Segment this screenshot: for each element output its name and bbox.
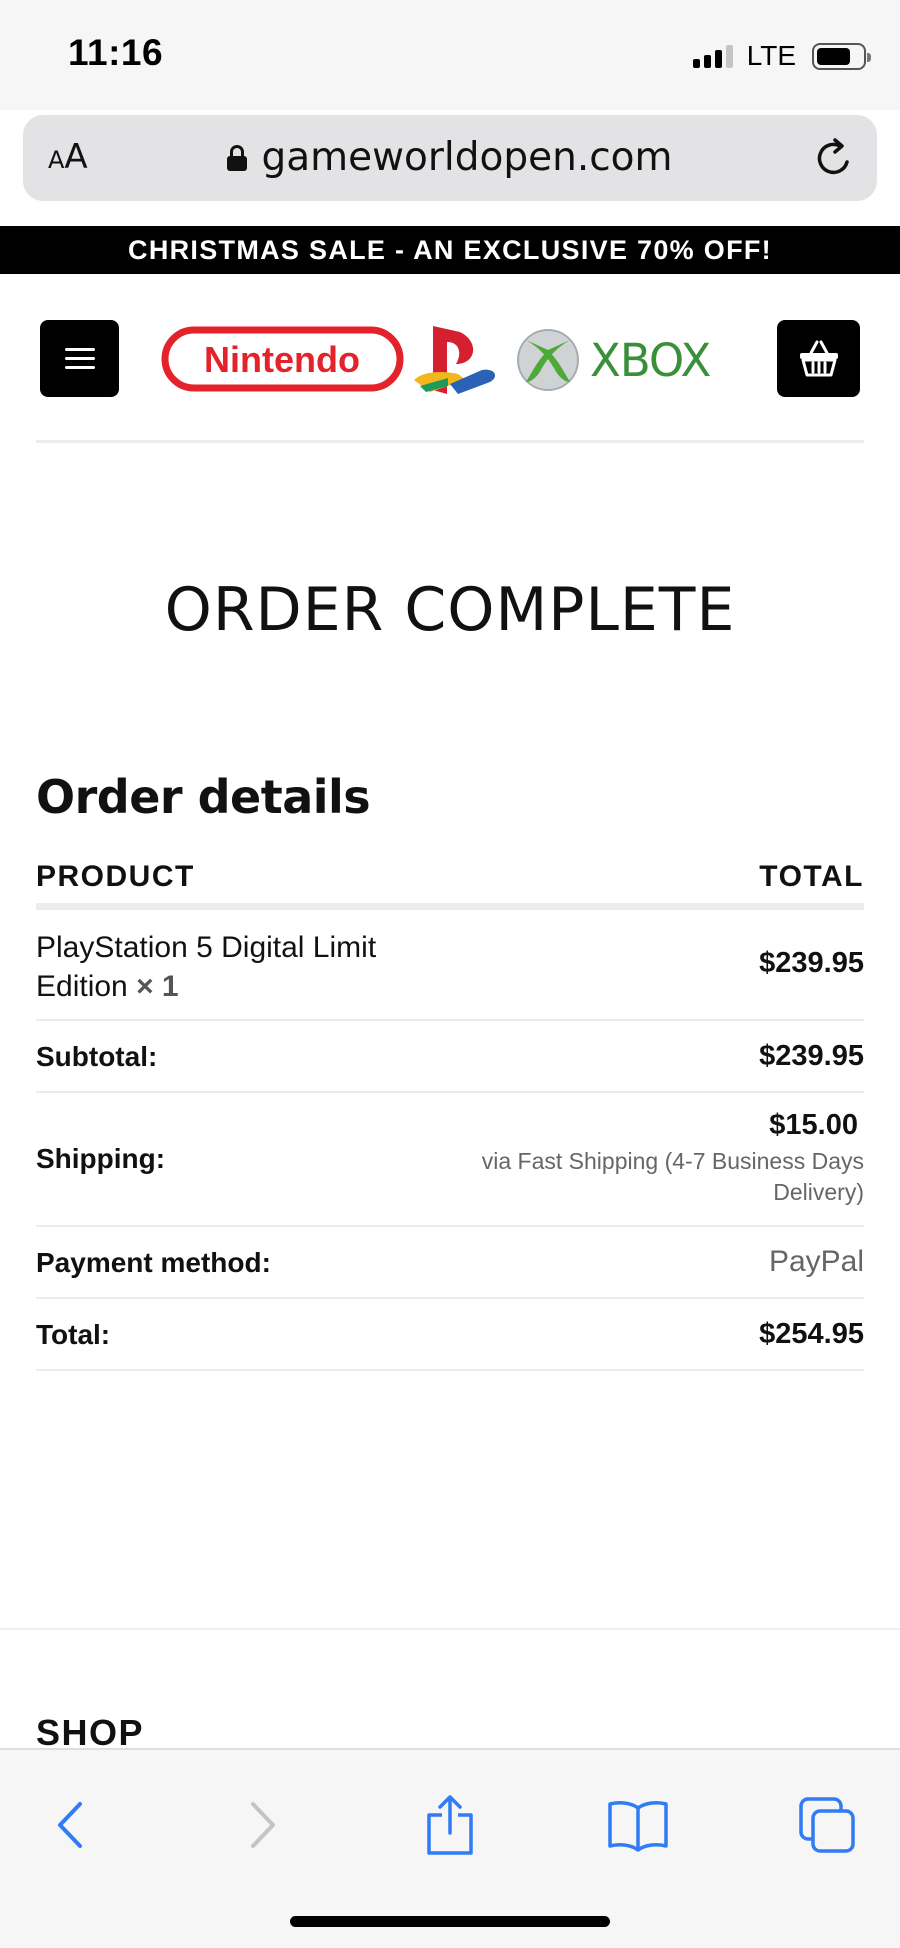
forward-icon — [251, 1802, 275, 1848]
share-button[interactable] — [415, 1790, 485, 1860]
tabs-button[interactable] — [792, 1790, 862, 1860]
brand-logos[interactable]: Nintendo XBOX — [160, 320, 730, 400]
table-row-payment: Payment method: PayPal — [36, 1227, 864, 1299]
share-icon — [427, 1795, 473, 1855]
column-header-total: TOTAL — [759, 860, 864, 893]
shipping-details: $15.00 via Fast Shipping (4-7 Business D… — [482, 1109, 864, 1208]
xbox-logo[interactable]: XBOX — [517, 329, 711, 391]
shipping-method: via Fast Shipping (4-7 Business Days Del… — [481, 1148, 864, 1205]
menu-button[interactable] — [40, 320, 119, 397]
reload-icon[interactable] — [811, 135, 857, 181]
status-time: 11:16 — [68, 32, 164, 73]
bookmarks-button[interactable] — [603, 1790, 673, 1860]
xbox-wordmark: XBOX — [590, 334, 710, 387]
home-indicator[interactable] — [290, 1916, 610, 1927]
order-details-heading: Order details — [36, 770, 371, 824]
header-divider — [36, 440, 864, 443]
url-text: gameworldopen.com — [261, 135, 673, 180]
table-row-total: Total: $254.95 — [36, 1299, 864, 1371]
shipping-label: Shipping: — [36, 1143, 166, 1174]
product-quantity: × 1 — [136, 970, 179, 1003]
total-value: $254.95 — [759, 1318, 864, 1350]
url-display[interactable]: gameworldopen.com — [23, 135, 877, 180]
back-button[interactable] — [35, 1790, 105, 1860]
cart-button[interactable] — [777, 320, 860, 397]
back-icon — [58, 1802, 82, 1848]
network-type: LTE — [746, 40, 796, 71]
playstation-logo[interactable] — [414, 326, 496, 394]
hamburger-icon — [64, 348, 95, 351]
bookmarks-icon — [608, 1801, 668, 1852]
table-row-shipping: Shipping: $15.00 via Fast Shipping (4-7 … — [36, 1093, 864, 1227]
status-indicators: LTE — [692, 40, 871, 72]
address-bar[interactable]: AA gameworldopen.com — [23, 115, 877, 201]
payment-method-label: Payment method: — [36, 1247, 271, 1278]
sale-banner: CHRISTMAS SALE - AN EXCLUSIVE 70% OFF! — [0, 226, 900, 274]
lock-icon — [227, 144, 248, 171]
nintendo-logo[interactable]: Nintendo — [161, 326, 404, 392]
signal-icon — [692, 44, 733, 68]
forward-button[interactable] — [228, 1790, 298, 1860]
status-bar: 11:16 LTE — [0, 0, 900, 110]
product-name: PlayStation 5 Digital Limit Edition × 1 — [36, 931, 377, 1003]
column-header-product: PRODUCT — [36, 860, 195, 893]
table-row-subtotal: Subtotal: $239.95 — [36, 1021, 864, 1093]
subtotal-value: $239.95 — [759, 1040, 864, 1072]
tabs-icon — [799, 1797, 855, 1853]
basket-icon — [799, 340, 838, 376]
nintendo-wordmark: Nintendo — [204, 339, 360, 380]
page-title: ORDER COMPLETE — [164, 575, 736, 645]
shipping-value: $15.00 — [769, 1109, 858, 1141]
total-label: Total: — [36, 1319, 111, 1350]
order-details-table: PRODUCT TOTAL PlayStation 5 Digital Limi… — [36, 850, 864, 1371]
product-total: $239.95 — [759, 947, 864, 979]
table-row-product: PlayStation 5 Digital Limit Edition × 1 … — [36, 910, 864, 1021]
payment-method-value: PayPal — [768, 1245, 864, 1278]
footer-divider — [0, 1628, 900, 1630]
sale-banner-text: CHRISTMAS SALE - AN EXCLUSIVE 70% OFF! — [128, 234, 772, 265]
battery-icon — [812, 42, 871, 70]
table-header: PRODUCT TOTAL — [36, 850, 864, 910]
subtotal-label: Subtotal: — [36, 1041, 158, 1072]
